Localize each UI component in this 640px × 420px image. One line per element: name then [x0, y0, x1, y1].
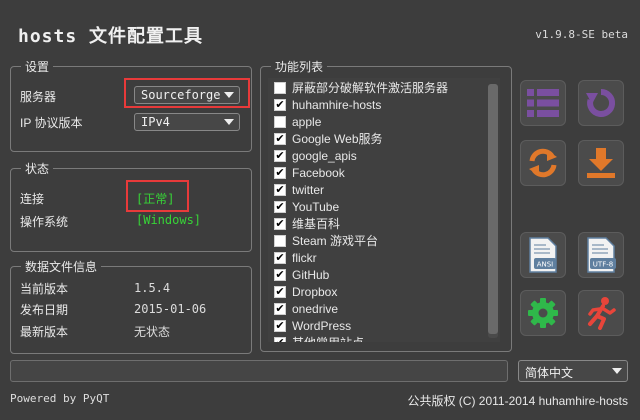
restore-button[interactable]: [578, 80, 624, 126]
utf8-file-label: UTF-8: [593, 261, 613, 269]
language-select-value: 简体中文: [525, 366, 574, 380]
os-value: [Windows]: [136, 213, 202, 227]
function-list-item-label: 屏蔽部分破解软件激活服务器: [292, 81, 449, 95]
function-list-item-label: onedrive: [292, 301, 339, 316]
function-list-item[interactable]: ✔ Google Web服务: [274, 130, 383, 147]
exit-button[interactable]: [578, 290, 624, 336]
running-man-icon: [588, 297, 616, 330]
undo-icon: [586, 88, 616, 117]
export-utf8-button[interactable]: UTF-8: [578, 232, 624, 278]
function-list-item-label: Google Web服务: [292, 132, 383, 146]
function-list-item[interactable]: ✔ YouTube: [274, 198, 339, 215]
function-list-item-label: Dropbox: [292, 284, 338, 299]
latest-version-value: 无状态: [134, 325, 171, 339]
function-list-item[interactable]: ✔ onedrive: [274, 300, 338, 317]
settings-button[interactable]: [520, 290, 566, 336]
checkbox-checked[interactable]: ✔: [274, 319, 286, 332]
ip-version-select-value: IPv4: [141, 115, 170, 129]
function-list-item[interactable]: ✔ huhamhire-hosts: [274, 96, 381, 113]
checkbox-checked[interactable]: ✔: [274, 268, 286, 281]
status-legend: 状态: [21, 160, 54, 177]
update-data-button[interactable]: [520, 140, 566, 186]
function-list-item-label: GitHub: [292, 267, 330, 282]
ansi-file-icon: ANSI: [529, 237, 557, 273]
powered-by-label: Powered by PyQT: [10, 392, 110, 405]
checkbox-checked[interactable]: ✔: [274, 166, 286, 179]
function-list-item-label: YouTube: [292, 199, 340, 214]
checkbox-checked[interactable]: ✔: [274, 183, 286, 196]
function-list-item-label: 其他常用站点: [292, 334, 364, 342]
function-list-item[interactable]: ✔ Facebook: [274, 164, 345, 181]
release-date-value: 2015-01-06: [134, 302, 207, 316]
gear-icon: [528, 298, 558, 328]
function-list-item[interactable]: apple: [274, 113, 321, 130]
scrollbar-thumb[interactable]: [488, 84, 498, 334]
function-list-item-label: apple: [292, 114, 322, 129]
function-list-item[interactable]: ✔ WordPress: [274, 317, 351, 334]
function-list-item[interactable]: ✔ GitHub: [274, 266, 329, 283]
function-list-item[interactable]: ✔ 其他常用站点: [274, 334, 364, 342]
release-date-label: 发布日期: [20, 303, 69, 317]
function-list-item-label: 维基百科: [292, 217, 341, 231]
function-list[interactable]: 屏蔽部分破解软件激活服务器 ✔ huhamhire-hosts apple ✔ Googl…: [268, 78, 500, 342]
checkbox-checked[interactable]: ✔: [274, 302, 286, 315]
function-list-item-label: twitter: [292, 182, 325, 197]
utf8-file-icon: UTF-8: [587, 237, 616, 273]
function-list-item-label: WordPress: [292, 318, 352, 333]
function-list-item[interactable]: 屏蔽部分破解软件激活服务器: [274, 79, 448, 96]
current-version-label: 当前版本: [20, 282, 69, 296]
server-highlight-box: [124, 78, 250, 108]
function-list-button[interactable]: [520, 80, 566, 126]
refresh-icon: [529, 148, 557, 178]
settings-legend: 设置: [21, 58, 54, 75]
ip-version-label: IP 协议版本: [20, 116, 83, 130]
download-button[interactable]: [578, 140, 624, 186]
function-list-legend: 功能列表: [271, 58, 328, 75]
checkbox-checked[interactable]: ✔: [274, 251, 286, 264]
checkbox-checked[interactable]: ✔: [274, 285, 286, 298]
copyright-label: 公共版权 (C) 2011-2014 huhamhire-hosts: [407, 394, 628, 408]
download-icon: [587, 148, 615, 178]
checkbox-checked[interactable]: ✔: [274, 217, 286, 230]
function-list-item[interactable]: ✔ google_apis: [274, 147, 357, 164]
checkbox-checked[interactable]: ✔: [274, 200, 286, 213]
list-icon: [527, 89, 559, 117]
version-label: v1.9.8-SE beta: [535, 28, 628, 41]
export-ansi-button[interactable]: ANSI: [520, 232, 566, 278]
server-label: 服务器: [20, 90, 57, 104]
function-list-item[interactable]: ✔ 维基百科: [274, 215, 340, 232]
function-list-item[interactable]: ✔ Dropbox: [274, 283, 337, 300]
app-title: hosts 文件配置工具: [18, 26, 204, 47]
checkbox-unchecked[interactable]: [274, 234, 286, 247]
connection-highlight-box: [126, 180, 189, 212]
ip-version-select[interactable]: IPv4: [134, 113, 240, 131]
function-list-item-label: Steam 游戏平台: [292, 234, 379, 248]
checkbox-checked[interactable]: ✔: [274, 98, 286, 111]
latest-version-label: 最新版本: [20, 325, 69, 339]
checkbox-unchecked[interactable]: [274, 115, 286, 128]
current-version-value: 1.5.4: [134, 281, 171, 295]
os-label: 操作系统: [20, 215, 69, 229]
checkbox-unchecked[interactable]: [274, 81, 286, 94]
message-bar: [10, 360, 508, 382]
datafile-legend: 数据文件信息: [21, 258, 102, 275]
chevron-down-icon: [612, 368, 622, 374]
connection-label: 连接: [20, 192, 45, 206]
function-list-item-label: Facebook: [292, 165, 345, 180]
checkbox-checked[interactable]: ✔: [274, 336, 286, 342]
function-list-item[interactable]: ✔ flickr: [274, 249, 317, 266]
checkbox-checked[interactable]: ✔: [274, 149, 286, 162]
function-list-item-label: flickr: [292, 250, 317, 265]
function-list-item-label: google_apis: [292, 148, 357, 163]
chevron-down-icon: [224, 119, 234, 125]
function-list-item-label: huhamhire-hosts: [292, 97, 382, 112]
function-list-scrollbar[interactable]: [488, 84, 498, 338]
ansi-file-label: ANSI: [537, 261, 554, 269]
function-list-item[interactable]: ✔ twitter: [274, 181, 324, 198]
checkbox-checked[interactable]: ✔: [274, 132, 286, 145]
function-list-item[interactable]: Steam 游戏平台: [274, 232, 378, 249]
language-select[interactable]: 简体中文: [518, 360, 628, 382]
